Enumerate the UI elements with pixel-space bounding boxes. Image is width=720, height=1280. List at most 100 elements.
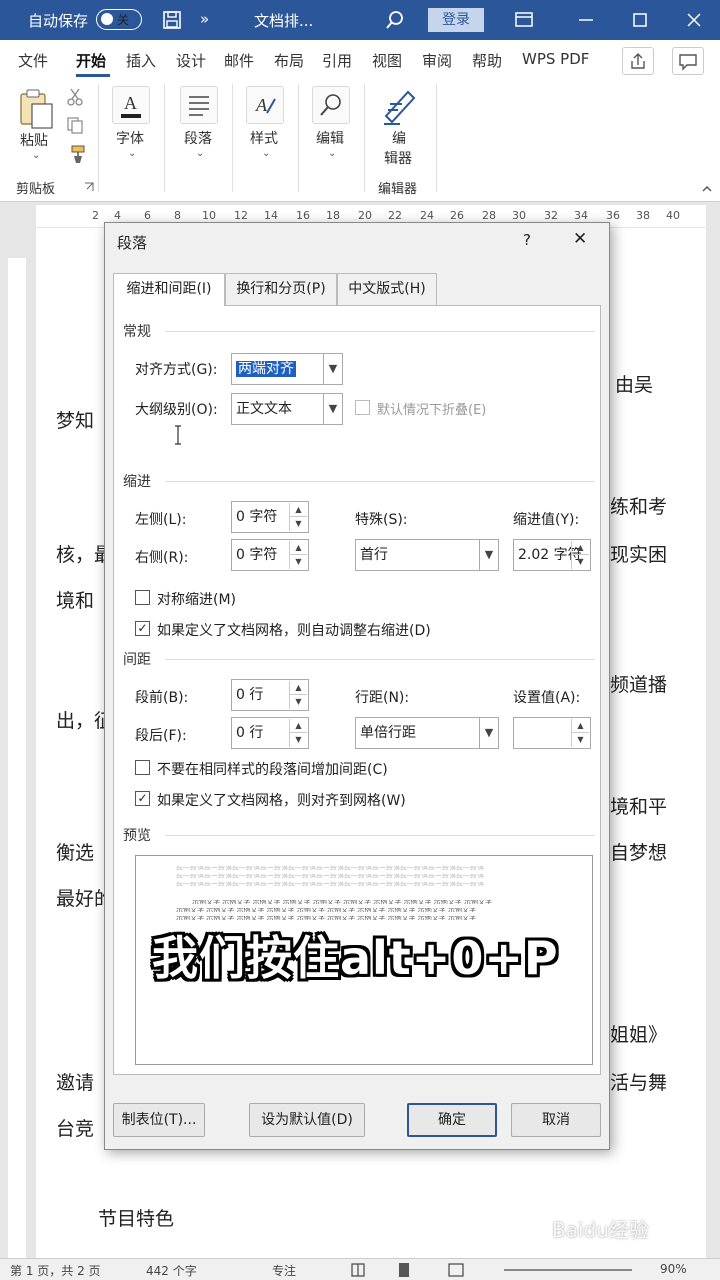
menu-design[interactable]: 设计 xyxy=(176,50,206,71)
comments-button[interactable] xyxy=(672,47,704,75)
search-icon[interactable] xyxy=(384,9,406,31)
indent-by-input[interactable]: 2.02 字符 ▲ ▼ xyxy=(513,539,591,571)
alignment-select[interactable]: 两端对齐 ▼ xyxy=(231,353,343,385)
doc-text-line: 姐姐》 xyxy=(610,1024,668,1046)
tab-indent-spacing[interactable]: 缩进和间距(I) xyxy=(113,273,225,306)
menu-insert[interactable]: 插入 xyxy=(126,50,156,71)
spacing-at-input[interactable]: ▲ ▼ xyxy=(513,717,591,749)
page-count[interactable]: 第 1 页，共 2 页 xyxy=(10,1262,101,1279)
paste-icon[interactable] xyxy=(18,88,56,130)
font-label[interactable]: 字体 xyxy=(116,128,144,148)
editing-label[interactable]: 编辑 xyxy=(316,128,344,148)
document-title[interactable]: 文档排... xyxy=(254,10,313,31)
menu-layout[interactable]: 布局 xyxy=(274,50,304,71)
close-window-icon[interactable] xyxy=(684,10,704,30)
styles-button[interactable]: A xyxy=(246,86,284,124)
maximize-icon[interactable] xyxy=(630,10,650,30)
font-button[interactable]: A xyxy=(112,86,150,124)
collapse-checkbox[interactable] xyxy=(355,400,370,415)
menu-mailings[interactable]: 邮件 xyxy=(224,50,254,71)
tabs-button[interactable]: 制表位(T)... xyxy=(113,1103,205,1137)
tab-line-page-breaks[interactable]: 换行和分页(P) xyxy=(225,273,337,305)
ok-button[interactable]: 确定 xyxy=(407,1103,497,1137)
space-before-spinner[interactable]: ▲ ▼ xyxy=(289,681,307,709)
print-layout-icon[interactable] xyxy=(396,1262,412,1278)
format-painter-icon[interactable] xyxy=(64,144,86,164)
paste-label[interactable]: 粘贴 xyxy=(20,130,48,150)
chevron-down-icon[interactable]: ▼ xyxy=(479,540,498,570)
chevron-down-icon[interactable]: ▼ xyxy=(323,394,342,424)
read-mode-icon[interactable] xyxy=(350,1262,366,1278)
mirror-indent-checkbox[interactable] xyxy=(135,590,150,605)
menu-help[interactable]: 帮助 xyxy=(472,50,502,71)
more-commands[interactable]: » xyxy=(200,10,209,28)
preview-line: 前一段落前一段落前一段落前一段落前一段落前一段落前一段落前一段落前一段落前一段落… xyxy=(176,874,484,878)
zoom-slider[interactable] xyxy=(504,1269,632,1271)
editing-caret[interactable]: ⌄ xyxy=(328,148,336,159)
ribbon-display-icon[interactable] xyxy=(514,10,534,30)
auto-adjust-indent-checkbox[interactable]: ✓ xyxy=(135,621,150,636)
set-default-button[interactable]: 设为默认值(D) xyxy=(249,1103,365,1137)
focus-mode[interactable]: 专注 xyxy=(272,1262,296,1279)
left-indent-input[interactable]: 0 字符 ▲ ▼ xyxy=(231,501,309,533)
copy-icon[interactable] xyxy=(66,116,84,134)
dialog-close-button[interactable]: ✕ xyxy=(573,229,587,249)
menu-references[interactable]: 引用 xyxy=(322,50,352,71)
doc-text-line: 衡选 xyxy=(56,842,95,864)
paragraph-caret[interactable]: ⌄ xyxy=(196,148,204,159)
styles-caret[interactable]: ⌄ xyxy=(262,148,270,159)
paragraph-button[interactable] xyxy=(180,86,218,124)
clipboard-group-label: 剪贴板 xyxy=(16,182,56,197)
dialog-launcher-icon[interactable] xyxy=(84,182,94,192)
doc-text-line: 境和平 xyxy=(610,796,668,818)
special-indent-select[interactable]: 首行 ▼ xyxy=(355,539,499,571)
editing-button[interactable] xyxy=(312,86,350,124)
left-indent-spinner[interactable]: ▲ ▼ xyxy=(289,503,307,531)
space-after-input[interactable]: 0 行 ▲ ▼ xyxy=(231,717,309,749)
snap-to-grid-checkbox[interactable]: ✓ xyxy=(135,791,150,806)
save-icon[interactable] xyxy=(162,10,182,30)
spacing-at-spinner[interactable]: ▲ ▼ xyxy=(571,719,589,747)
vertical-ruler[interactable] xyxy=(8,258,26,1258)
share-button[interactable] xyxy=(622,47,654,75)
chevron-down-icon[interactable]: ▼ xyxy=(479,718,498,748)
chevron-down-icon[interactable]: ▼ xyxy=(323,354,342,384)
menu-review[interactable]: 审阅 xyxy=(422,50,452,71)
outline-level-select[interactable]: 正文文本 ▼ xyxy=(231,393,343,425)
editor-icon[interactable] xyxy=(378,84,422,128)
menu-file[interactable]: 文件 xyxy=(18,50,48,71)
line-spacing-select[interactable]: 单倍行距 ▼ xyxy=(355,717,499,749)
font-caret[interactable]: ⌄ xyxy=(128,148,136,159)
ruler-tick: 18 xyxy=(326,209,340,222)
cut-icon[interactable] xyxy=(66,88,84,106)
zoom-level[interactable]: 90% xyxy=(660,1262,687,1276)
editor-label-2[interactable]: 辑器 xyxy=(384,148,412,168)
paste-caret[interactable]: ⌄ xyxy=(32,150,40,161)
autosave-toggle[interactable]: 关 xyxy=(96,9,142,30)
web-layout-icon[interactable] xyxy=(448,1262,464,1278)
collapse-ribbon-icon[interactable] xyxy=(700,182,714,196)
help-button[interactable]: ? xyxy=(523,231,531,249)
styles-label[interactable]: 样式 xyxy=(250,128,278,148)
doc-text-line: 活与舞 xyxy=(610,1072,668,1094)
right-indent-spinner[interactable]: ▲ ▼ xyxy=(289,541,307,569)
status-bar: 第 1 页，共 2 页 442 个字 专注 90% xyxy=(0,1258,720,1280)
section-spacing: 间距 xyxy=(123,652,151,668)
login-button[interactable]: 登录 xyxy=(428,8,484,32)
paragraph-label[interactable]: 段落 xyxy=(184,128,212,148)
right-indent-input[interactable]: 0 字符 ▲ ▼ xyxy=(231,539,309,571)
editor-label-1[interactable]: 编 xyxy=(392,128,406,148)
minimize-icon[interactable] xyxy=(576,10,596,30)
menu-wps-pdf[interactable]: WPS PDF xyxy=(522,50,589,68)
cancel-button[interactable]: 取消 xyxy=(511,1103,601,1137)
no-space-same-style-checkbox[interactable] xyxy=(135,760,150,775)
outline-level-value: 正文文本 xyxy=(236,401,292,417)
tab-asian-typography[interactable]: 中文版式(H) xyxy=(337,273,437,305)
word-count[interactable]: 442 个字 xyxy=(146,1262,197,1279)
space-before-input[interactable]: 0 行 ▲ ▼ xyxy=(231,679,309,711)
ruler-tick: 28 xyxy=(482,209,496,222)
menu-view[interactable]: 视图 xyxy=(372,50,402,71)
menu-home[interactable]: 开始 xyxy=(76,50,106,71)
indent-by-spinner[interactable]: ▲ ▼ xyxy=(571,541,589,569)
space-after-spinner[interactable]: ▲ ▼ xyxy=(289,719,307,747)
